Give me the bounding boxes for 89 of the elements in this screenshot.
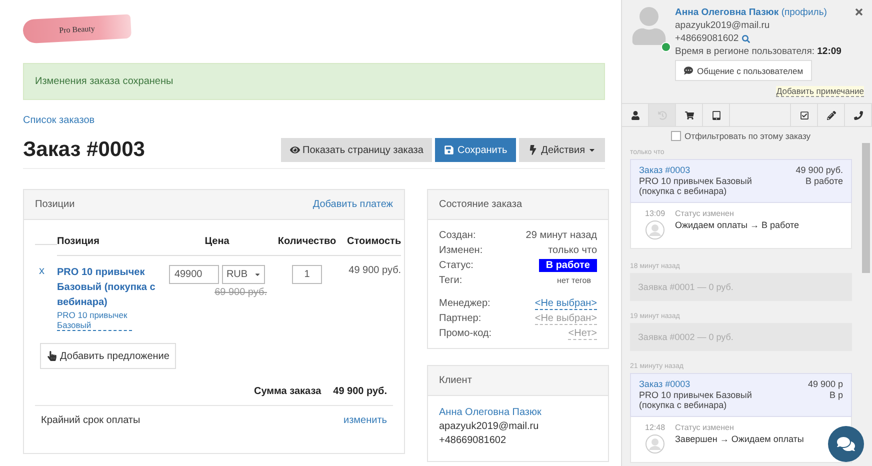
total-label: Сумма заказа — [254, 386, 322, 397]
caret-icon — [254, 271, 261, 278]
search-icon[interactable] — [742, 34, 750, 42]
field-value: 29 минут назад — [526, 230, 597, 241]
event-label: Статус изменен — [675, 209, 735, 218]
status-badge: В работе — [538, 259, 597, 272]
checkbox-tab[interactable] — [790, 104, 818, 126]
breadcrumb-link[interactable]: Список заказов — [23, 115, 95, 126]
field-label: Менеджер: — [439, 298, 490, 309]
close-icon[interactable] — [854, 7, 864, 17]
pencil-icon — [826, 110, 836, 120]
hand-icon — [47, 351, 57, 361]
currency-select[interactable]: RUB — [222, 265, 265, 284]
event-text: Ожидаем оплаты → В работе — [675, 220, 800, 232]
panel-title: Клиент — [439, 375, 472, 386]
checkbox-icon — [800, 110, 808, 120]
total-value: 49 900 руб. — [333, 386, 387, 397]
order-card[interactable]: Заказ #0003 49 900 р PRO 10 привычек Базовый (покупка с вебинара) В р — [630, 373, 852, 417]
user-email: apazyuk2019@mail.ru — [675, 20, 771, 31]
remove-link[interactable]: x — [35, 265, 44, 277]
order-link[interactable]: Заказ #0003 — [639, 165, 775, 175]
price-input[interactable]: 49900 — [169, 265, 220, 284]
save-button[interactable]: Сохранить — [435, 138, 516, 162]
select-link[interactable]: <Не выбран> — [534, 298, 597, 310]
chat-icon — [837, 435, 855, 453]
eye-icon — [290, 145, 300, 155]
client-phone: +48669081602 — [439, 435, 508, 446]
bolt-icon — [528, 145, 538, 155]
client-email: apazyuk2019@mail.ru — [439, 421, 540, 432]
field-label: Статус: — [439, 260, 474, 271]
chat-icon — [684, 66, 693, 75]
user-time: Время в регионе пользователя: 12:09 — [675, 46, 842, 57]
product-link[interactable]: PRO 10 привычек Базовый (покупка с вебинара) — [57, 265, 167, 310]
page-title: Заказ #0003 — [23, 138, 145, 162]
field-label: Создан: — [439, 230, 476, 241]
order-status: В работе — [804, 176, 843, 188]
filter-checkbox[interactable]: Отфильтровать по этому заказу — [671, 131, 811, 141]
order-product: PRO 10 привычек Базовый (покупка с вебинара) — [639, 176, 753, 196]
event-time: 12:48 — [645, 423, 666, 432]
add-offer-button[interactable]: Добавить предложение — [40, 343, 176, 369]
user-avatar-icon — [630, 7, 668, 45]
field-value: только что — [548, 245, 597, 256]
field-label: Теги: — [439, 275, 462, 286]
user-icon — [630, 110, 640, 120]
add-note-link[interactable]: Добавить примечание — [776, 86, 864, 97]
user-name-link[interactable]: Анна Олеговна Пазюк — [675, 7, 779, 18]
order-amount: 49 900 руб. — [794, 165, 843, 175]
client-name-link[interactable]: Анна Олеговна Пазюк — [439, 407, 597, 418]
caret-icon — [588, 146, 596, 154]
order-card[interactable]: Заказ #0003 49 900 руб. PRO 10 привычек Базовый (покупка с вебинара) В работе — [630, 159, 852, 203]
panel-title: Состояние заказа — [439, 199, 522, 210]
cart-icon — [684, 110, 694, 120]
quantity-input[interactable]: 1 — [292, 265, 322, 284]
field-label: Партнер: — [439, 313, 482, 324]
order-product: PRO 10 привычек Базовый (покупка с вебинара) — [639, 390, 753, 410]
tablet-icon — [712, 110, 720, 120]
field-label: Промо-код: — [439, 328, 492, 339]
column-header: Позиция — [57, 220, 167, 256]
profile-link[interactable]: (профиль) — [781, 7, 827, 18]
column-header: Стоимость — [347, 220, 402, 256]
deadline-label: Крайний срок оплаты — [41, 415, 140, 426]
chat-bubble-button[interactable] — [828, 426, 864, 462]
avatar-icon — [645, 434, 665, 454]
event-time: 13:09 — [645, 209, 666, 218]
actions-dropdown[interactable]: Действия — [519, 138, 605, 162]
phone-icon — [854, 110, 862, 120]
column-header: Количество — [267, 220, 347, 256]
chat-button[interactable]: Общение с пользователем — [675, 60, 812, 81]
old-price: 69 900 руб. — [214, 287, 267, 298]
field-value: нет тегов — [557, 276, 592, 285]
event-label: Статус изменен — [675, 423, 735, 432]
avatar-icon — [645, 220, 665, 240]
column-header: Цена — [167, 220, 267, 256]
field-label: Изменен: — [439, 245, 483, 256]
save-icon — [444, 145, 454, 155]
view-button[interactable]: Показать страницу заказа — [280, 138, 432, 162]
select-link[interactable]: <Нет> — [568, 328, 597, 340]
order-amount: 49 900 р — [806, 379, 843, 389]
add-payment-link[interactable]: Добавить платеж — [312, 199, 393, 210]
success-alert: Изменения заказа сохранены — [23, 63, 605, 100]
logo: Pro Beauty — [22, 14, 132, 44]
order-status: В р — [828, 390, 843, 402]
order-link[interactable]: Заказ #0003 — [639, 379, 775, 389]
change-link[interactable]: изменить — [343, 415, 387, 426]
user-phone: +48669081602 — [675, 33, 739, 44]
panel-title: Позиции — [35, 199, 75, 210]
cost-value: 49 900 руб. — [348, 265, 402, 276]
event-text: Завершен → Ожидаем оплаты — [675, 434, 805, 446]
offer-link[interactable]: PRO 10 привычек Базовый — [57, 310, 132, 331]
